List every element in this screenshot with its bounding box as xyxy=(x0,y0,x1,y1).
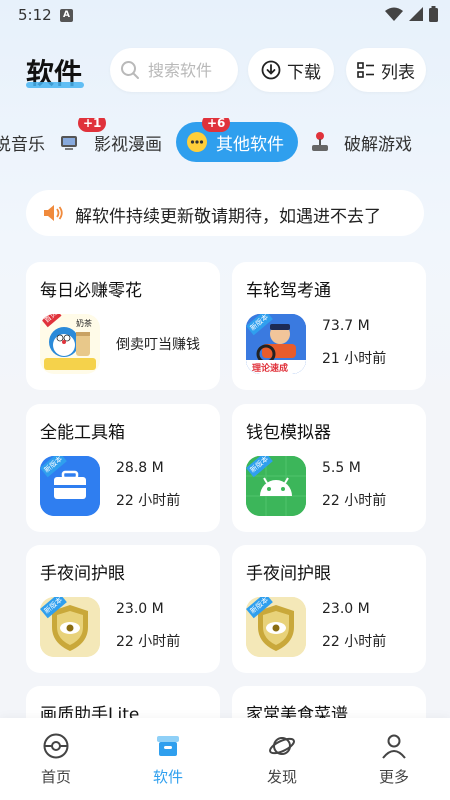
app-size: 28.8 M xyxy=(116,460,164,476)
nav-discover[interactable]: 发现 xyxy=(242,732,322,787)
app-size: 23.0 M xyxy=(116,601,164,617)
search-icon xyxy=(121,61,139,79)
download-label: 下载 xyxy=(287,62,321,83)
box-icon xyxy=(157,736,179,756)
battery-icon xyxy=(429,6,438,22)
eye-shield-icon: 新版本 xyxy=(246,597,306,657)
app-size: 5.5 M xyxy=(322,460,361,476)
a-icon: A xyxy=(60,9,73,22)
tab-badge: +1 xyxy=(78,118,107,132)
app-subtag: 理论速成 xyxy=(252,364,289,374)
nav-label: 更多 xyxy=(378,768,409,786)
app-name: 手夜间护眼 xyxy=(40,564,125,584)
toolbox-icon: 新版本 xyxy=(40,456,100,516)
nav-label: 发现 xyxy=(266,768,297,786)
driver-icon: 新版本 理论速成 xyxy=(246,314,306,374)
search-input[interactable] xyxy=(148,60,238,80)
app-card-4[interactable]: 手夜间护眼 新版本 23.0 M 22 小时前 xyxy=(26,545,220,673)
app-time: 22 小时前 xyxy=(322,634,387,650)
notice-bar[interactable]: 在解软件持续更新敬请期待，如遇进不去了 xyxy=(26,190,424,236)
app-card-5[interactable]: 手夜间护眼 新版本 23.0 M 22 小时前 xyxy=(232,545,426,673)
list-label: 列表 xyxy=(381,62,415,83)
chat-icon xyxy=(187,132,207,152)
download-button[interactable]: 下载 xyxy=(248,48,334,92)
nav-software[interactable]: 软件 xyxy=(128,732,208,787)
nav-home[interactable]: 首页 xyxy=(16,732,96,787)
app-name: 全能工具箱 xyxy=(40,423,125,443)
app-desc: 倒卖叮当赚钱 xyxy=(116,337,200,353)
title-underline xyxy=(26,82,84,88)
tab-music[interactable]: 说音乐 xyxy=(0,122,45,162)
list-button[interactable]: 列表 xyxy=(346,48,426,92)
status-bar: 5:12 A xyxy=(0,0,450,32)
list-icon xyxy=(357,62,374,78)
tab-cracked-games[interactable]: 破解游戏 xyxy=(310,122,412,162)
signal-icon xyxy=(409,7,423,21)
status-time: 5:12 xyxy=(18,6,52,24)
app-time: 21 小时前 xyxy=(322,351,387,367)
app-name: 手夜间护眼 xyxy=(246,564,331,584)
nav-label: 软件 xyxy=(152,768,183,786)
speaker-icon xyxy=(44,205,63,221)
status-icons xyxy=(385,6,438,22)
android-icon: 新版本 xyxy=(246,456,306,516)
tab-badge: +6 xyxy=(202,118,231,132)
app-card-2[interactable]: 全能工具箱 新版本 28.8 M 22 小时前 xyxy=(26,404,220,532)
tab-label: 说音乐 xyxy=(0,134,45,155)
search-box[interactable] xyxy=(110,48,238,92)
tab-label: 破解游戏 xyxy=(344,134,412,155)
app-card-3[interactable]: 钱包模拟器 新版本 5.5 M 22 小时前 xyxy=(232,404,426,532)
nav-more[interactable]: 更多 xyxy=(354,732,434,787)
bottom-nav: 首页 软件 发现 更多 xyxy=(0,718,450,800)
eye-shield-icon: 新版本 xyxy=(40,597,100,657)
app-time: 22 小时前 xyxy=(116,634,181,650)
tab-label: 影视漫画 xyxy=(94,134,162,155)
tab-other-software[interactable]: +6 其他软件 xyxy=(176,118,298,162)
planet-icon xyxy=(269,737,295,755)
wifi-icon xyxy=(385,7,403,21)
notice-text: 在解软件持续更新敬请期待，如遇进不去了 xyxy=(76,207,381,227)
app-time: 22 小时前 xyxy=(322,493,387,509)
download-icon xyxy=(261,60,281,80)
app-card-0[interactable]: 每日必赚零花 首页 奶茶 倒卖叮当赚钱 xyxy=(26,262,220,390)
app-name: 车轮驾考通 xyxy=(246,281,331,301)
nav-label: 首页 xyxy=(40,768,71,786)
tv-icon xyxy=(61,136,77,150)
app-name: 钱包模拟器 xyxy=(246,423,331,443)
person-icon xyxy=(382,734,406,759)
joystick-icon xyxy=(312,132,328,151)
doraemon-icon: 首页 奶茶 xyxy=(40,314,100,374)
category-tabs: 说音乐 +1 影视漫画 +6 其他软件 破解游戏 xyxy=(0,118,450,166)
app-card-1[interactable]: 车轮驾考通 新版本 理论速成 73.7 M 21 小时前 xyxy=(232,262,426,390)
tab-video-comic[interactable]: +1 影视漫画 xyxy=(60,118,162,162)
app-time: 22 小时前 xyxy=(116,493,181,509)
tab-label: 其他软件 xyxy=(216,134,284,155)
pokeball-icon xyxy=(43,733,69,759)
app-size: 23.0 M xyxy=(322,601,370,617)
app-caption: 奶茶 xyxy=(76,319,92,328)
app-size: 73.7 M xyxy=(322,318,370,334)
app-name: 每日必赚零花 xyxy=(40,281,142,301)
